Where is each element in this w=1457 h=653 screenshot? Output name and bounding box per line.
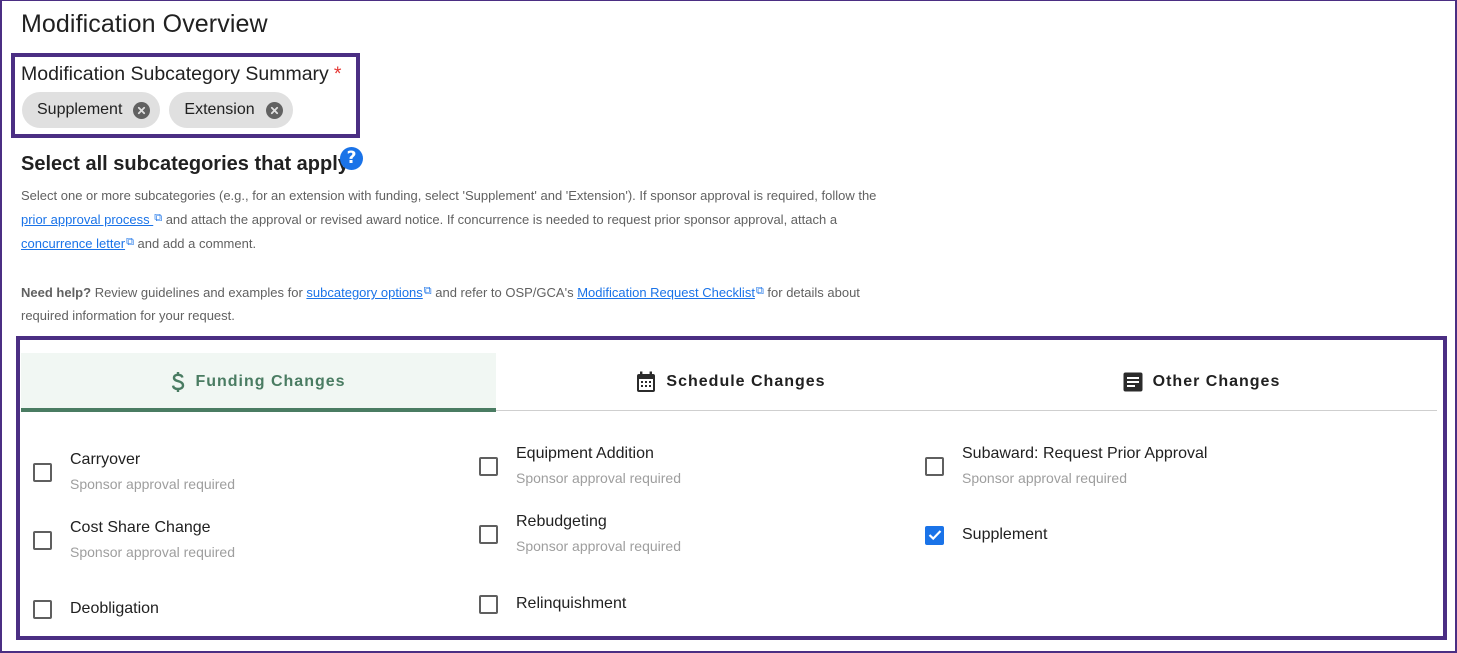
- option-label: Deobligation: [70, 600, 159, 617]
- option-relinquishment[interactable]: Relinquishment: [479, 593, 626, 615]
- option-cost-share-change[interactable]: Cost Share Change Sponsor approval requir…: [33, 517, 235, 563]
- option-label: Equipment Addition: [516, 445, 654, 462]
- required-marker: *: [333, 63, 342, 85]
- option-deobligation[interactable]: Deobligation: [33, 598, 159, 620]
- link-subcategory-options[interactable]: subcategory options: [306, 285, 422, 300]
- option-sublabel: Sponsor approval required: [516, 470, 681, 486]
- help-circle-icon[interactable]: ?: [340, 147, 363, 170]
- close-circle-icon[interactable]: [265, 101, 283, 119]
- checkbox[interactable]: [479, 456, 498, 476]
- need-help-text: Need help? Review guidelines and example…: [21, 280, 881, 327]
- desc-text: Select one or more subcategories (e.g., …: [21, 188, 877, 203]
- option-label: Supplement: [962, 526, 1048, 543]
- option-supplement[interactable]: Supplement: [925, 524, 1047, 546]
- option-subaward-request-prior-approval[interactable]: Subaward: Request Prior Approval Sponsor …: [925, 443, 1207, 489]
- option-label: Subaward: Request Prior Approval: [962, 445, 1208, 462]
- option-label: Relinquishment: [516, 595, 627, 612]
- instructions-description: Select one or more subcategories (e.g., …: [21, 184, 881, 255]
- checkbox[interactable]: [479, 594, 498, 614]
- option-label: Carryover: [70, 451, 141, 468]
- option-label: Rebudgeting: [516, 513, 607, 530]
- option-sublabel: Sponsor approval required: [70, 544, 235, 560]
- link-concurrence-letter[interactable]: concurrence letter: [21, 236, 125, 251]
- external-link-icon: ⧉: [423, 285, 432, 297]
- close-circle-icon[interactable]: [133, 101, 151, 119]
- subcategory-tabs-panel: Funding Changes Schedule Changes Other C…: [16, 336, 1447, 640]
- section-heading: Select all subcategories that apply: [21, 153, 349, 175]
- checkbox[interactable]: [33, 462, 52, 482]
- chip-extension[interactable]: Extension: [169, 92, 293, 128]
- help-text: and refer to OSP/GCA's: [431, 285, 578, 300]
- checkbox[interactable]: [33, 530, 52, 550]
- need-help-label: Need help?: [21, 285, 92, 300]
- chip-supplement[interactable]: Supplement: [22, 92, 161, 128]
- external-link-icon: ⧉: [755, 285, 764, 297]
- checkbox[interactable]: [925, 456, 944, 476]
- external-link-icon: ⧉: [126, 236, 134, 248]
- option-rebudgeting[interactable]: Rebudgeting Sponsor approval required: [479, 511, 681, 557]
- desc-text: and add a comment.: [133, 236, 257, 251]
- options-grid: Carryover Sponsor approval required Cost …: [20, 340, 1443, 636]
- chip-label: Extension: [184, 101, 255, 118]
- checkbox[interactable]: [33, 599, 52, 619]
- link-prior-approval-process[interactable]: prior approval process: [21, 212, 153, 227]
- checkbox[interactable]: [479, 524, 498, 544]
- external-link-icon: ⧉: [154, 212, 163, 224]
- option-label: Cost Share Change: [70, 519, 211, 536]
- option-sublabel: Sponsor approval required: [962, 470, 1127, 486]
- page-title: Modification Overview: [21, 10, 268, 38]
- desc-text: and attach the approval or revised award…: [162, 212, 838, 227]
- checkmark-icon: [928, 530, 941, 541]
- option-equipment-addition[interactable]: Equipment Addition Sponsor approval requi…: [479, 443, 681, 489]
- chip-label: Supplement: [37, 101, 123, 118]
- subcategory-summary: Modification Subcategory Summary * Supple…: [11, 53, 360, 138]
- help-text: Review guidelines and examples for: [91, 285, 307, 300]
- summary-label-text: Modification Subcategory Summary: [21, 63, 329, 85]
- checkbox-checked[interactable]: [925, 525, 944, 545]
- link-modification-request-checklist[interactable]: Modification Request Checklist: [577, 285, 755, 300]
- option-sublabel: Sponsor approval required: [70, 476, 235, 492]
- option-carryover[interactable]: Carryover Sponsor approval required: [33, 449, 235, 495]
- chip-row: Supplement Extension: [22, 92, 293, 128]
- option-sublabel: Sponsor approval required: [516, 538, 681, 554]
- summary-label: Modification Subcategory Summary *: [21, 63, 341, 86]
